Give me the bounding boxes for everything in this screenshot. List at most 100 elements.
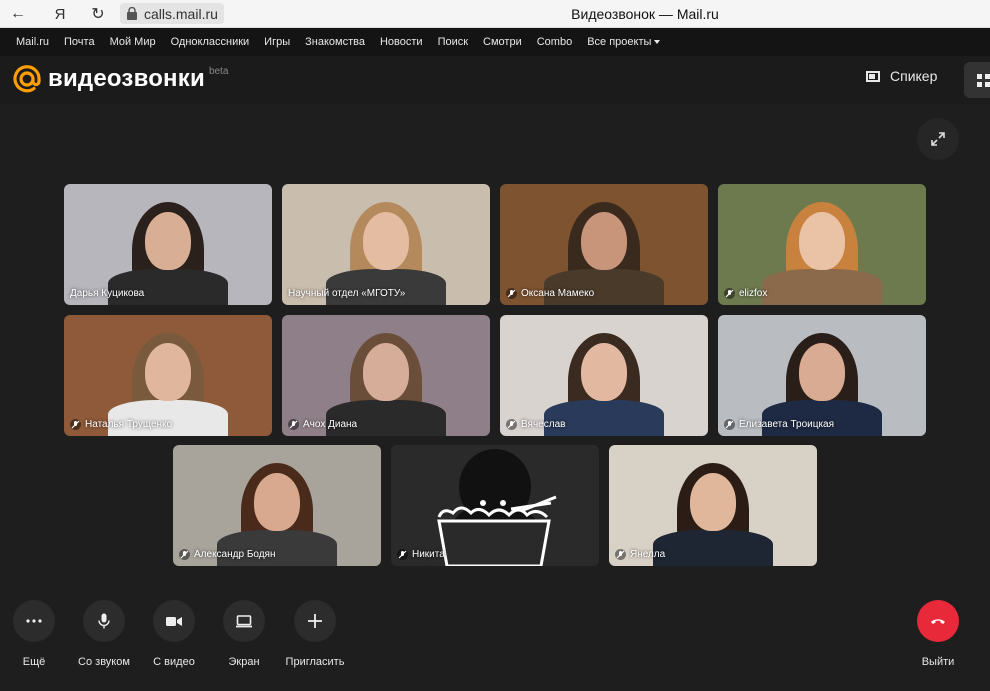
muted-mic-icon bbox=[397, 549, 408, 560]
participant-name: Елизавета Троицкая bbox=[739, 419, 835, 430]
portal-link-novosti[interactable]: Новости bbox=[380, 36, 423, 48]
participant-face bbox=[363, 343, 409, 401]
participant-name: Александр Бодян bbox=[194, 549, 276, 560]
participant-tile[interactable]: Никита bbox=[391, 445, 599, 566]
screen-share-button[interactable] bbox=[223, 600, 265, 642]
participant-tile[interactable]: Александр Бодян bbox=[173, 445, 381, 566]
mail-at-logo-icon bbox=[13, 65, 41, 93]
participant-name-label: Наталья Трущенко bbox=[70, 419, 172, 430]
portal-link-all-projects[interactable]: Все проекты bbox=[587, 36, 661, 48]
invite-label: Пригласить bbox=[285, 656, 345, 668]
back-arrow-icon[interactable]: ← bbox=[6, 0, 30, 28]
more-label: Ещё bbox=[22, 656, 46, 668]
participant-name-label: Ачох Диана bbox=[288, 419, 357, 430]
participant-name-label: elizfox bbox=[724, 288, 767, 299]
participant-tile[interactable]: Ачох Диана bbox=[282, 315, 490, 436]
participant-body bbox=[108, 269, 228, 305]
participant-face bbox=[581, 212, 627, 270]
muted-mic-icon bbox=[70, 419, 81, 430]
portal-link-smotri[interactable]: Смотри bbox=[483, 36, 522, 48]
participant-face bbox=[254, 473, 300, 531]
participant-name-label: Оксана Мамеко bbox=[506, 288, 594, 299]
browser-toolbar: ← Я ↻ calls.mail.ru Видеозвонок — Mail.r… bbox=[0, 0, 990, 28]
participant-name: Янелла bbox=[630, 549, 666, 560]
screen-control[interactable]: Экран bbox=[204, 600, 284, 668]
participant-name-label: Никита bbox=[397, 549, 445, 560]
participant-tile[interactable]: Научный отдел «МГОТУ» bbox=[282, 184, 490, 305]
app-header: видеозвонки beta Спикер bbox=[0, 56, 990, 104]
screen-share-icon bbox=[236, 614, 252, 627]
camera-icon bbox=[166, 616, 182, 626]
grid-view-icon bbox=[977, 82, 982, 87]
participant-tile[interactable]: Вячеслав bbox=[500, 315, 708, 436]
grid-view-icon bbox=[985, 82, 990, 87]
page-title: Видеозвонок — Mail.ru bbox=[571, 6, 719, 22]
brand-name: видеозвонки bbox=[48, 65, 205, 92]
hang-up-phone-icon bbox=[931, 619, 945, 624]
video-button[interactable] bbox=[153, 600, 195, 642]
reload-icon[interactable]: ↻ bbox=[86, 0, 110, 28]
mic-button[interactable] bbox=[83, 600, 125, 642]
more-dots-icon bbox=[26, 619, 42, 623]
participant-face bbox=[581, 343, 627, 401]
participant-body bbox=[653, 530, 773, 566]
participant-face bbox=[145, 343, 191, 401]
participant-name: Оксана Мамеко bbox=[521, 288, 595, 299]
portal-link-poisk[interactable]: Поиск bbox=[438, 36, 468, 48]
portal-link-pochta[interactable]: Почта bbox=[64, 36, 95, 48]
leave-label: Выйти bbox=[921, 656, 955, 668]
participant-tile[interactable]: Елизавета Троицкая bbox=[718, 315, 926, 436]
lock-icon bbox=[124, 6, 140, 22]
invite-button[interactable] bbox=[294, 600, 336, 642]
portal-link-mailru[interactable]: Mail.ru bbox=[16, 36, 49, 48]
leave-control[interactable]: Выйти bbox=[898, 600, 978, 668]
portal-link-igry[interactable]: Игры bbox=[264, 36, 290, 48]
participant-name: elizfox bbox=[739, 288, 768, 299]
video-label: С видео bbox=[153, 656, 195, 668]
participant-tile[interactable]: Наталья Трущенко bbox=[64, 315, 272, 436]
participant-name-label: Научный отдел «МГОТУ» bbox=[288, 288, 405, 299]
grid-view-button[interactable] bbox=[964, 62, 990, 98]
muted-mic-icon bbox=[506, 288, 517, 299]
participant-body bbox=[762, 269, 882, 305]
participant-name: Дарья Куцикова bbox=[70, 288, 145, 299]
participant-tile[interactable]: elizfox bbox=[718, 184, 926, 305]
beta-badge: beta bbox=[208, 66, 229, 77]
video-control[interactable]: С видео bbox=[134, 600, 214, 668]
screen-label: Экран bbox=[228, 656, 260, 668]
yandex-logo-icon[interactable]: Я bbox=[50, 0, 70, 28]
mic-control[interactable]: Со звуком bbox=[64, 600, 144, 668]
participant-body bbox=[217, 530, 337, 566]
leave-call-button[interactable] bbox=[917, 600, 959, 642]
participant-tile[interactable]: Дарья Куцикова bbox=[64, 184, 272, 305]
caret-down-icon bbox=[654, 40, 661, 45]
more-button[interactable] bbox=[13, 600, 55, 642]
portal-link-odnoklassniki[interactable]: Одноклассники bbox=[171, 36, 250, 48]
grid-view-icon bbox=[977, 74, 982, 79]
participant-name-label: Дарья Куцикова bbox=[70, 288, 144, 299]
speaker-view-label: Спикер bbox=[890, 68, 938, 84]
app-logo[interactable]: видеозвонки beta bbox=[12, 64, 228, 94]
portal-link-znakomstva[interactable]: Знакомства bbox=[305, 36, 365, 48]
speaker-view-button[interactable]: Спикер bbox=[866, 68, 937, 84]
participant-tile[interactable]: Оксана Мамеко bbox=[500, 184, 708, 305]
avatar-noodle-bowl-icon bbox=[437, 449, 557, 566]
mic-label: Со звуком bbox=[78, 656, 130, 668]
expand-icon bbox=[931, 132, 945, 146]
participant-face bbox=[799, 212, 845, 270]
participant-body bbox=[108, 400, 228, 436]
participant-name-label: Елизавета Троицкая bbox=[724, 419, 834, 430]
portal-link-combo[interactable]: Combo bbox=[537, 36, 572, 48]
address-bar[interactable]: calls.mail.ru bbox=[120, 3, 224, 24]
muted-mic-icon bbox=[615, 549, 626, 560]
portal-nav: Mail.ru Почта Мой Мир Одноклассники Игры… bbox=[0, 28, 990, 56]
invite-control[interactable]: Пригласить bbox=[275, 600, 355, 668]
muted-mic-icon bbox=[506, 419, 517, 430]
participant-tile[interactable]: Янелла bbox=[609, 445, 817, 566]
more-control[interactable]: Ещё bbox=[0, 600, 74, 668]
portal-link-moy-mir[interactable]: Мой Мир bbox=[110, 36, 156, 48]
fullscreen-button[interactable] bbox=[917, 118, 959, 160]
participant-face bbox=[799, 343, 845, 401]
participant-name: Ачох Диана bbox=[303, 419, 358, 430]
participant-name: Научный отдел «МГОТУ» bbox=[288, 288, 406, 299]
